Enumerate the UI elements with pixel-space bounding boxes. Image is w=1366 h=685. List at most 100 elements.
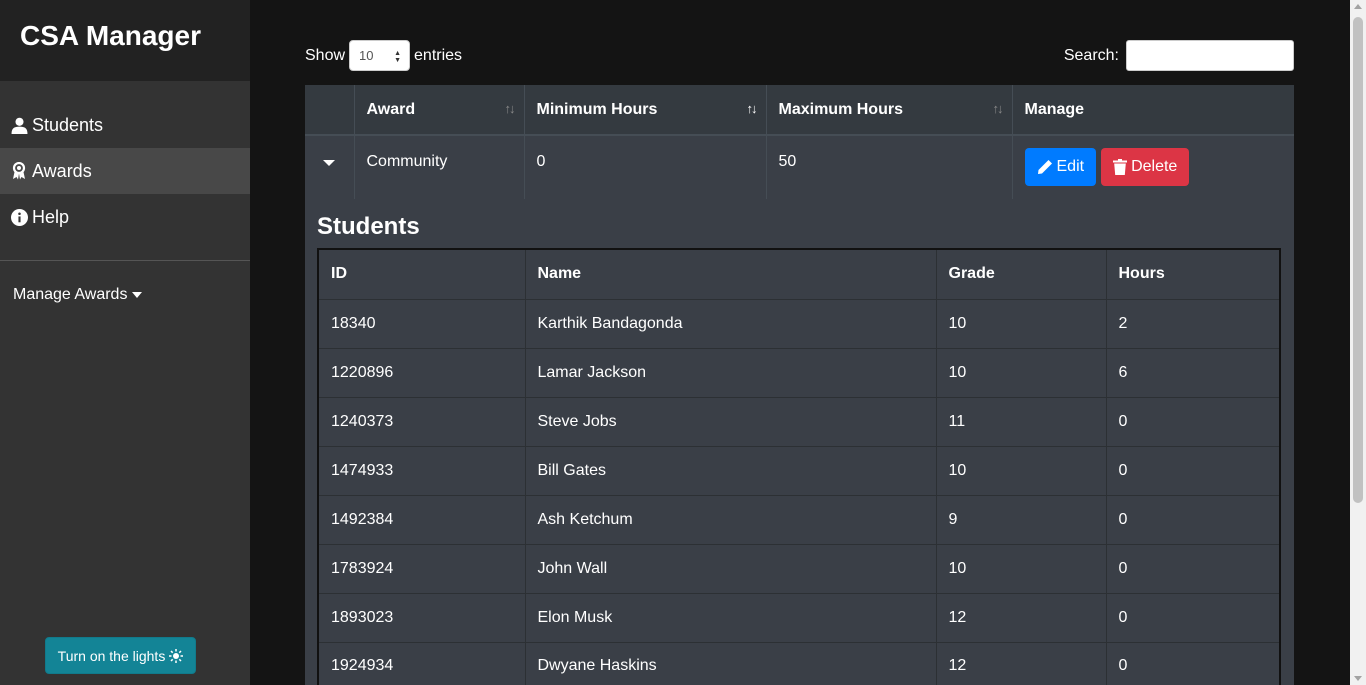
student-grade-cell: 12 — [935, 641, 1106, 685]
student-grade-cell: 10 — [935, 347, 1106, 397]
trash-icon — [1113, 159, 1128, 175]
student-id-cell: 1893023 — [318, 592, 525, 642]
toggle-lights-button[interactable]: Turn on the lights — [45, 637, 196, 674]
table-row: Community 0 50 Edit Delete — [305, 135, 1294, 199]
student-grade-cell: 10 — [935, 445, 1106, 495]
select-arrows-icon: ▲ ▼ — [394, 50, 402, 64]
delete-button-label: Delete — [1131, 158, 1178, 175]
search-input[interactable] — [1126, 40, 1294, 71]
search-box: Search: — [1064, 40, 1294, 71]
student-grade-cell: 10 — [935, 298, 1106, 348]
scroll-down-arrow-icon[interactable] — [1354, 676, 1362, 681]
sidebar-item-label: Help — [32, 206, 70, 227]
entries-select-value: 10 — [359, 48, 374, 63]
table-row: 1474933 Bill Gates 10 0 — [318, 445, 1280, 495]
caret-down-icon — [132, 292, 143, 298]
sort-icon: ↑↓ — [992, 101, 1004, 116]
page-scrollbar[interactable] — [1350, 0, 1366, 685]
sort-icon: ↑↓ — [504, 101, 516, 116]
expand-column-header — [305, 85, 354, 136]
student-grade-cell: 12 — [935, 592, 1106, 642]
sidebar-nav: Students Awards Help — [0, 81, 250, 240]
edit-button-label: Edit — [1056, 158, 1085, 175]
min-hours-cell: 0 — [523, 135, 766, 199]
column-header-hours: Hours — [1105, 249, 1280, 300]
award-cell: Community — [353, 135, 524, 199]
table-row: 1220896 Lamar Jackson 10 6 — [318, 347, 1280, 397]
scrollbar-thumb[interactable] — [1353, 17, 1363, 503]
student-id-cell: 1924934 — [318, 641, 525, 685]
student-hours-cell: 0 — [1105, 592, 1280, 642]
column-header-award[interactable]: Award ↑↓ — [353, 85, 524, 136]
sort-asc-icon: ↑↓ — [746, 101, 758, 116]
expand-toggle[interactable] — [305, 135, 354, 199]
award-details: Students ID Name Grade Hours 18340 Karthi… — [305, 199, 1294, 685]
sidebar-item-awards[interactable]: Awards — [0, 148, 250, 194]
delete-button[interactable]: Delete — [1101, 148, 1190, 186]
info-icon — [10, 208, 28, 226]
main-content: Show 10 ▲ ▼ entries Search: Award ↑↓ Min… — [250, 0, 1350, 685]
sidebar-item-label: Students — [32, 114, 104, 135]
user-icon — [10, 116, 28, 134]
search-label: Search: — [1063, 46, 1119, 64]
table-row: 1924934 Dwyane Haskins 12 0 — [318, 641, 1280, 685]
column-header-label: Maximum Hours — [778, 100, 903, 118]
column-header-max-hours[interactable]: Maximum Hours ↑↓ — [765, 85, 1012, 136]
student-hours-cell: 0 — [1105, 396, 1280, 446]
student-grade-cell: 10 — [935, 543, 1106, 593]
student-name-cell: John Wall — [524, 543, 936, 593]
student-name-cell: Steve Jobs — [524, 396, 936, 446]
student-name-cell: Dwyane Haskins — [524, 641, 936, 685]
entries-select[interactable]: 10 ▲ ▼ — [349, 40, 411, 71]
student-id-cell: 1474933 — [318, 445, 525, 495]
awards-table-container: Award ↑↓ Minimum Hours ↑↓ Maximum Hours … — [305, 85, 1294, 685]
column-header-grade: Grade — [935, 249, 1106, 300]
student-hours-cell: 0 — [1105, 641, 1280, 685]
student-name-cell: Elon Musk — [524, 592, 936, 642]
table-row: 1492384 Ash Ketchum 9 0 — [318, 494, 1280, 544]
manage-cell: Edit Delete — [1011, 135, 1294, 199]
student-grade-cell: 11 — [935, 396, 1106, 446]
student-id-cell: 18340 — [318, 298, 525, 348]
caret-down-icon — [323, 159, 336, 166]
entries-length: Show 10 ▲ ▼ entries — [305, 40, 462, 71]
student-hours-cell: 0 — [1105, 543, 1280, 593]
table-row: 1893023 Elon Musk 12 0 — [318, 592, 1280, 642]
students-table: ID Name Grade Hours 18340 Karthik Bandago… — [317, 248, 1281, 685]
manage-awards-dropdown[interactable]: Manage Awards — [13, 286, 143, 304]
column-header-label: Award — [366, 100, 416, 118]
manage-awards-label: Manage Awards — [13, 286, 128, 303]
student-id-cell: 1240373 — [318, 396, 525, 446]
entries-label: entries — [414, 46, 463, 64]
max-hours-cell: 50 — [765, 135, 1012, 199]
column-header-name: Name — [524, 249, 936, 300]
show-label: Show — [305, 46, 346, 64]
column-header-min-hours[interactable]: Minimum Hours ↑↓ — [523, 85, 766, 136]
table-controls: Show 10 ▲ ▼ entries Search: — [305, 40, 1294, 71]
sidebar-divider — [0, 260, 250, 261]
scroll-up-arrow-icon[interactable] — [1354, 4, 1362, 9]
student-grade-cell: 9 — [935, 494, 1106, 544]
sidebar-item-help[interactable]: Help — [0, 194, 250, 240]
table-row: 1240373 Steve Jobs 11 0 — [318, 396, 1280, 446]
student-hours-cell: 0 — [1105, 494, 1280, 544]
lights-button-label: Turn on the lights — [57, 647, 166, 664]
award-icon — [10, 162, 28, 180]
student-name-cell: Karthik Bandagonda — [524, 298, 936, 348]
student-hours-cell: 0 — [1105, 445, 1280, 495]
edit-button[interactable]: Edit — [1024, 148, 1097, 186]
student-name-cell: Bill Gates — [524, 445, 936, 495]
column-header-label: Minimum Hours — [536, 100, 658, 118]
student-id-cell: 1783924 — [318, 543, 525, 593]
student-id-cell: 1220896 — [318, 347, 525, 397]
sidebar-item-students[interactable]: Students — [0, 102, 250, 148]
app-brand[interactable]: CSA Manager — [0, 0, 250, 81]
student-name-cell: Lamar Jackson — [524, 347, 936, 397]
table-row: 18340 Karthik Bandagonda 10 2 — [318, 298, 1280, 348]
sun-icon — [169, 648, 184, 663]
column-header-manage: Manage — [1011, 85, 1294, 136]
pencil-icon — [1037, 160, 1052, 174]
awards-table: Award ↑↓ Minimum Hours ↑↓ Maximum Hours … — [305, 85, 1294, 199]
sidebar-item-label: Awards — [32, 160, 92, 181]
table-row: 1783924 John Wall 10 0 — [318, 543, 1280, 593]
